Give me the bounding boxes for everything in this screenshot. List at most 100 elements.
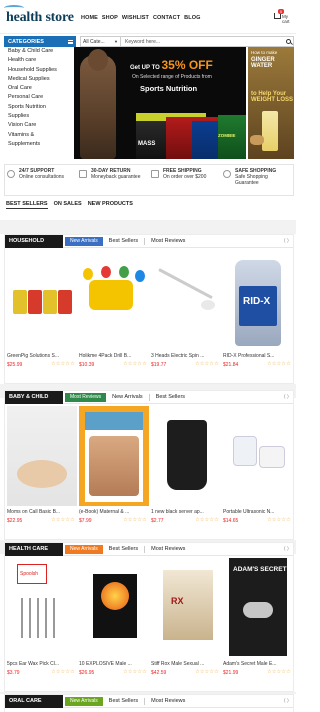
jug-label: RID-X — [239, 286, 277, 326]
chevron-down-icon: ▼ — [114, 39, 118, 44]
product-name[interactable]: Stiff Rox Male Sexual ... — [151, 661, 219, 667]
features-bar: 24/7 SUPPORT Online consultations 30-DAY … — [4, 164, 294, 196]
section-tab-new-arrivals[interactable]: New Arrivals — [65, 544, 103, 554]
product-image[interactable]: RID-X — [223, 250, 293, 350]
product-list: Moms on Call Basic B... $22.95 ☆☆☆☆☆ (e-… — [5, 404, 293, 538]
section-tab-best-sellers[interactable]: Best Sellers — [109, 238, 138, 244]
product-image[interactable] — [79, 558, 149, 658]
banner-headline-pre: Get UP TO — [130, 65, 160, 71]
section-tab-best-sellers[interactable]: Best Sellers — [156, 394, 185, 400]
sidebar-item-baby-child-care[interactable]: Baby & Child Care — [4, 47, 76, 56]
sidebar-item-vitamins[interactable]: Vitamins & — [4, 131, 76, 140]
promo-banner-sports-nutrition[interactable]: Get UP TO 35% OFF On Selected range of P… — [74, 47, 246, 159]
product-image[interactable]: Spoolsh — [7, 558, 77, 658]
site-logo[interactable]: health store — [4, 5, 74, 26]
sidebar-item-vision-care[interactable]: Vision Care — [4, 121, 76, 130]
product-name[interactable]: 1 new black server ap... — [151, 509, 219, 515]
product-price: $25.99 — [7, 362, 23, 368]
section-tab-most-reviews[interactable]: Most Reviews — [65, 392, 107, 402]
section-tab-most-reviews[interactable]: Most Reviews — [151, 546, 185, 552]
sidebar-item-supplements[interactable]: Supplements — [4, 140, 76, 149]
search-button[interactable] — [283, 37, 293, 46]
product-image[interactable] — [7, 406, 77, 506]
tab-new-products[interactable]: NEW PRODUCTS — [88, 201, 133, 209]
product-name[interactable]: 3 Heads Electric Spin ... — [151, 353, 219, 359]
pick-shape — [37, 598, 39, 638]
category-search-row: CATEGORIES All Cate... ▼ Keyword here... — [4, 36, 294, 47]
product-name[interactable]: Moms on Call Basic B... — [7, 509, 75, 515]
product-name[interactable]: RID-X Professional S... — [223, 353, 291, 359]
section-divider — [0, 220, 296, 234]
product-name[interactable]: Adam's Secret Male E... — [223, 661, 291, 667]
sidebar-item-medical-supplies[interactable]: Medical Supplies — [4, 75, 76, 84]
lock-icon — [223, 170, 231, 178]
product-card[interactable]: Spoolsh 5pcs Ear Wax Pick Cl... $3.79 ☆☆… — [7, 558, 77, 688]
product-image[interactable] — [79, 406, 149, 506]
product-name[interactable]: GreenPig Solutions S... — [7, 353, 75, 359]
product-image[interactable] — [223, 406, 293, 506]
nav-home[interactable]: HOME — [81, 15, 98, 21]
product-card[interactable]: 10 EXPLOSIVE Male ... $26.95 ☆☆☆☆☆ — [79, 558, 149, 688]
carousel-arrows-icon[interactable]: ⟨ ⟩ — [284, 238, 289, 244]
sidebar-item-oral-care[interactable]: Oral Care — [4, 84, 76, 93]
nav-blog[interactable]: BLOG — [184, 15, 200, 21]
sidebar-item-sports-nutrition[interactable]: Sports Nutrition — [4, 103, 76, 112]
product-image[interactable] — [79, 250, 149, 350]
rating-stars-icon: ☆☆☆☆☆ — [51, 669, 75, 675]
product-name[interactable]: 10 EXPLOSIVE Male ... — [79, 661, 147, 667]
product-list: GreenPig Solutions S... $25.99 ☆☆☆☆☆ Hol… — [5, 248, 293, 382]
sponge-shape — [28, 290, 42, 314]
sidebar-item-health-care[interactable]: Health care — [4, 56, 76, 65]
carousel-arrows-icon[interactable]: ⟨ ⟩ — [284, 546, 289, 552]
section-tab-most-reviews[interactable]: Most Reviews — [151, 698, 185, 704]
product-image[interactable] — [7, 250, 77, 350]
section-header: ORAL CARE New Arrivals Best Sellers Most… — [5, 694, 293, 708]
product-card[interactable]: 1 new black server ap... $2.77 ☆☆☆☆☆ — [151, 406, 221, 536]
product-card[interactable]: RID-X RID-X Professional S... $21.84 ☆☆☆… — [223, 250, 293, 380]
product-image[interactable]: ADAM'S SECRET — [223, 558, 293, 658]
section-tab-best-sellers[interactable]: Best Sellers — [109, 698, 138, 704]
product-name[interactable]: Portable Ultrasonic N... — [223, 509, 291, 515]
carousel-arrows-icon[interactable]: ⟨ ⟩ — [284, 698, 289, 704]
search-input[interactable]: Keyword here... — [121, 37, 283, 46]
product-name[interactable]: (e-Book) Maternal & ... — [79, 509, 147, 515]
product-card[interactable]: 3 Heads Electric Spin ... $19.77 ☆☆☆☆☆ — [151, 250, 221, 380]
product-image[interactable] — [151, 250, 221, 350]
product-name[interactable]: 5pcs Ear Wax Pick Cl... — [7, 661, 75, 667]
banner2-line3: to Help Your WEIGHT LOSS — [251, 91, 293, 103]
product-card[interactable]: ADAM'S SECRET Adam's Secret Male E... $2… — [223, 558, 293, 688]
rating-stars-icon: ☆☆☆☆☆ — [123, 669, 147, 675]
nav-wishlist[interactable]: WISHLIST — [122, 15, 149, 21]
product-card[interactable]: Holikme 4Pack Drill B... $10.39 ☆☆☆☆☆ — [79, 250, 149, 380]
categories-button[interactable]: CATEGORIES — [4, 36, 76, 47]
tab-best-sellers[interactable]: BEST SELLERS — [6, 201, 48, 209]
menu-icon — [68, 39, 73, 44]
sidebar-item-personal-care[interactable]: Personal Care — [4, 93, 76, 102]
product-card[interactable]: GreenPig Solutions S... $25.99 ☆☆☆☆☆ — [7, 250, 77, 380]
product-image[interactable]: RX — [151, 558, 221, 658]
carousel-arrows-icon[interactable]: ⟨ ⟩ — [284, 394, 289, 400]
cart-button[interactable]: 0 My cart — [274, 6, 292, 30]
feature-return-sub: Moneyback guarantee — [91, 174, 141, 180]
tab-on-sales[interactable]: ON SALES — [54, 201, 82, 209]
product-card[interactable]: (e-Book) Maternal & ... $7.99 ☆☆☆☆☆ — [79, 406, 149, 536]
product-image[interactable] — [151, 406, 221, 506]
return-icon — [79, 170, 87, 178]
product-card[interactable]: Portable Ultrasonic N... $14.65 ☆☆☆☆☆ — [223, 406, 293, 536]
product-card[interactable]: RX Stiff Rox Male Sexual ... $42.59 ☆☆☆☆… — [151, 558, 221, 688]
section-tab-best-sellers[interactable]: Best Sellers — [109, 546, 138, 552]
top-nav: HOME SHOP WISHLIST CONTACT BLOG — [81, 15, 200, 21]
product-name[interactable]: Holikme 4Pack Drill B... — [79, 353, 147, 359]
nav-contact[interactable]: CONTACT — [153, 15, 180, 21]
product-card[interactable]: Moms on Call Basic B... $22.95 ☆☆☆☆☆ — [7, 406, 77, 536]
section-tab-new-arrivals[interactable]: New Arrivals — [65, 236, 103, 246]
search-category-select[interactable]: All Cate... ▼ — [81, 37, 121, 46]
sidebar-item-supplies[interactable]: Supplies — [4, 112, 76, 121]
section-tab-new-arrivals[interactable]: New Arrivals — [65, 696, 103, 706]
sidebar-item-household-supplies[interactable]: Household Supplies — [4, 66, 76, 75]
section-tab-most-reviews[interactable]: Most Reviews — [151, 238, 185, 244]
nav-shop[interactable]: SHOP — [102, 15, 118, 21]
promo-banner-ginger-water[interactable]: How to make GINGER WATER to Help Your WE… — [248, 47, 294, 159]
section-tab-new-arrivals[interactable]: New Arrivals — [112, 394, 143, 400]
rating-stars-icon: ☆☆☆☆☆ — [195, 361, 219, 367]
